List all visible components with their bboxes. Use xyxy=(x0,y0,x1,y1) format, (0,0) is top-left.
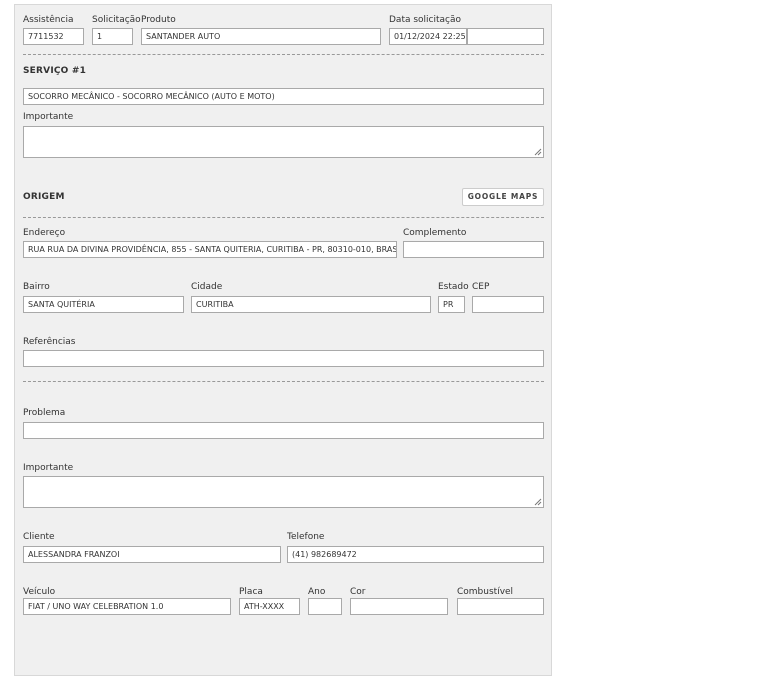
bairro-label: Bairro xyxy=(23,282,50,292)
complemento-label: Complemento xyxy=(403,228,467,238)
referencias-label: Referências xyxy=(23,337,76,347)
servico-importante-textarea[interactable] xyxy=(23,126,544,158)
endereco-label: Endereço xyxy=(23,228,66,238)
importante-textarea[interactable] xyxy=(23,476,544,508)
telefone-label: Telefone xyxy=(287,532,325,542)
divider xyxy=(23,381,544,382)
bairro-field[interactable]: SANTA QUITÉRIA xyxy=(23,296,184,313)
problema-field[interactable] xyxy=(23,422,544,439)
data-solicitacao-label: Data solicitação xyxy=(389,15,462,25)
divider xyxy=(23,54,544,55)
cor-label: Cor xyxy=(350,587,366,597)
importante-label: Importante xyxy=(23,463,74,473)
complemento-field[interactable] xyxy=(403,241,544,258)
estado-label: Estado xyxy=(438,282,469,292)
resize-grip-icon[interactable] xyxy=(534,498,542,506)
servico-title: SERVIÇO #1 xyxy=(23,66,87,76)
cep-label: CEP xyxy=(472,282,490,292)
assistencia-field[interactable]: 7711532 xyxy=(23,28,84,45)
combustivel-label: Combustível xyxy=(457,587,514,597)
ano-field[interactable] xyxy=(308,598,342,615)
servico-importante-label: Importante xyxy=(23,112,74,122)
referencias-field[interactable] xyxy=(23,350,544,367)
cliente-label: Cliente xyxy=(23,532,55,542)
cor-field[interactable] xyxy=(350,598,448,615)
cidade-label: Cidade xyxy=(191,282,223,292)
veiculo-label: Veículo xyxy=(23,587,56,597)
cep-field[interactable] xyxy=(472,296,544,313)
solicitacao-field[interactable]: 1 xyxy=(92,28,133,45)
produto-label: Produto xyxy=(141,15,176,25)
divider xyxy=(23,217,544,218)
ano-label: Ano xyxy=(308,587,326,597)
placa-field[interactable]: ATH-XXXX xyxy=(239,598,300,615)
telefone-field[interactable]: (41) 982689472 xyxy=(287,546,544,563)
combustivel-field[interactable] xyxy=(457,598,544,615)
data-solicitacao-field[interactable]: 01/12/2024 22:25 xyxy=(389,28,467,45)
assistencia-label: Assistência xyxy=(23,15,74,25)
problema-label: Problema xyxy=(23,408,66,418)
servico-field[interactable]: SOCORRO MECÂNICO - SOCORRO MECÂNICO (AUT… xyxy=(23,88,544,105)
service-form-panel: Assistência 7711532 Solicitação 1 Produt… xyxy=(14,4,552,676)
veiculo-field[interactable]: FIAT / UNO WAY CELEBRATION 1.0 xyxy=(23,598,231,615)
placa-label: Placa xyxy=(239,587,263,597)
solicitacao-label: Solicitação xyxy=(92,15,141,25)
endereco-field[interactable]: RUA RUA DA DIVINA PROVIDÊNCIA, 855 - SAN… xyxy=(23,241,397,258)
google-maps-button[interactable]: GOOGLE MAPS xyxy=(462,188,544,206)
cliente-field[interactable]: ALESSANDRA FRANZOI xyxy=(23,546,281,563)
produto-field[interactable]: SANTANDER AUTO xyxy=(141,28,381,45)
cidade-field[interactable]: CURITIBA xyxy=(191,296,431,313)
origem-title: ORIGEM xyxy=(23,192,65,202)
estado-field[interactable]: PR xyxy=(438,296,465,313)
resize-grip-icon[interactable] xyxy=(534,148,542,156)
data-solicitacao-extra-field[interactable] xyxy=(467,28,544,45)
